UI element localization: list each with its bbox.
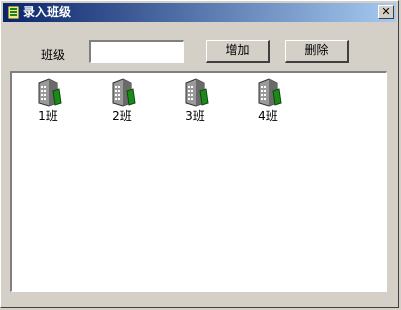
building-icon: [185, 78, 209, 107]
delete-button[interactable]: 删除: [285, 40, 349, 63]
list-item-label: 1班: [38, 109, 58, 123]
list-item[interactable]: 3班: [169, 77, 221, 123]
class-input[interactable]: [89, 40, 184, 63]
list-item-label: 4班: [258, 109, 278, 123]
building-icon: [112, 78, 136, 107]
list-item[interactable]: 4班: [242, 77, 294, 123]
window-title: 录入班级: [23, 5, 72, 19]
close-button[interactable]: ✕: [378, 5, 394, 19]
dialog-window: 录入班级 ✕ 班级 增加 删除 1班 2班 3班 4班: [0, 0, 399, 308]
app-icon: [8, 6, 19, 19]
class-list[interactable]: 1班 2班 3班 4班: [10, 71, 387, 292]
add-button[interactable]: 增加: [206, 40, 270, 63]
close-icon: ✕: [381, 5, 391, 18]
list-item[interactable]: 2班: [96, 77, 148, 123]
list-item-label: 3班: [185, 109, 205, 123]
building-icon: [258, 78, 282, 107]
title-bar[interactable]: 录入班级 ✕: [3, 3, 396, 22]
class-label: 班级: [41, 48, 66, 62]
list-item-label: 2班: [112, 109, 132, 123]
building-icon: [38, 78, 62, 107]
list-item[interactable]: 1班: [22, 77, 74, 123]
